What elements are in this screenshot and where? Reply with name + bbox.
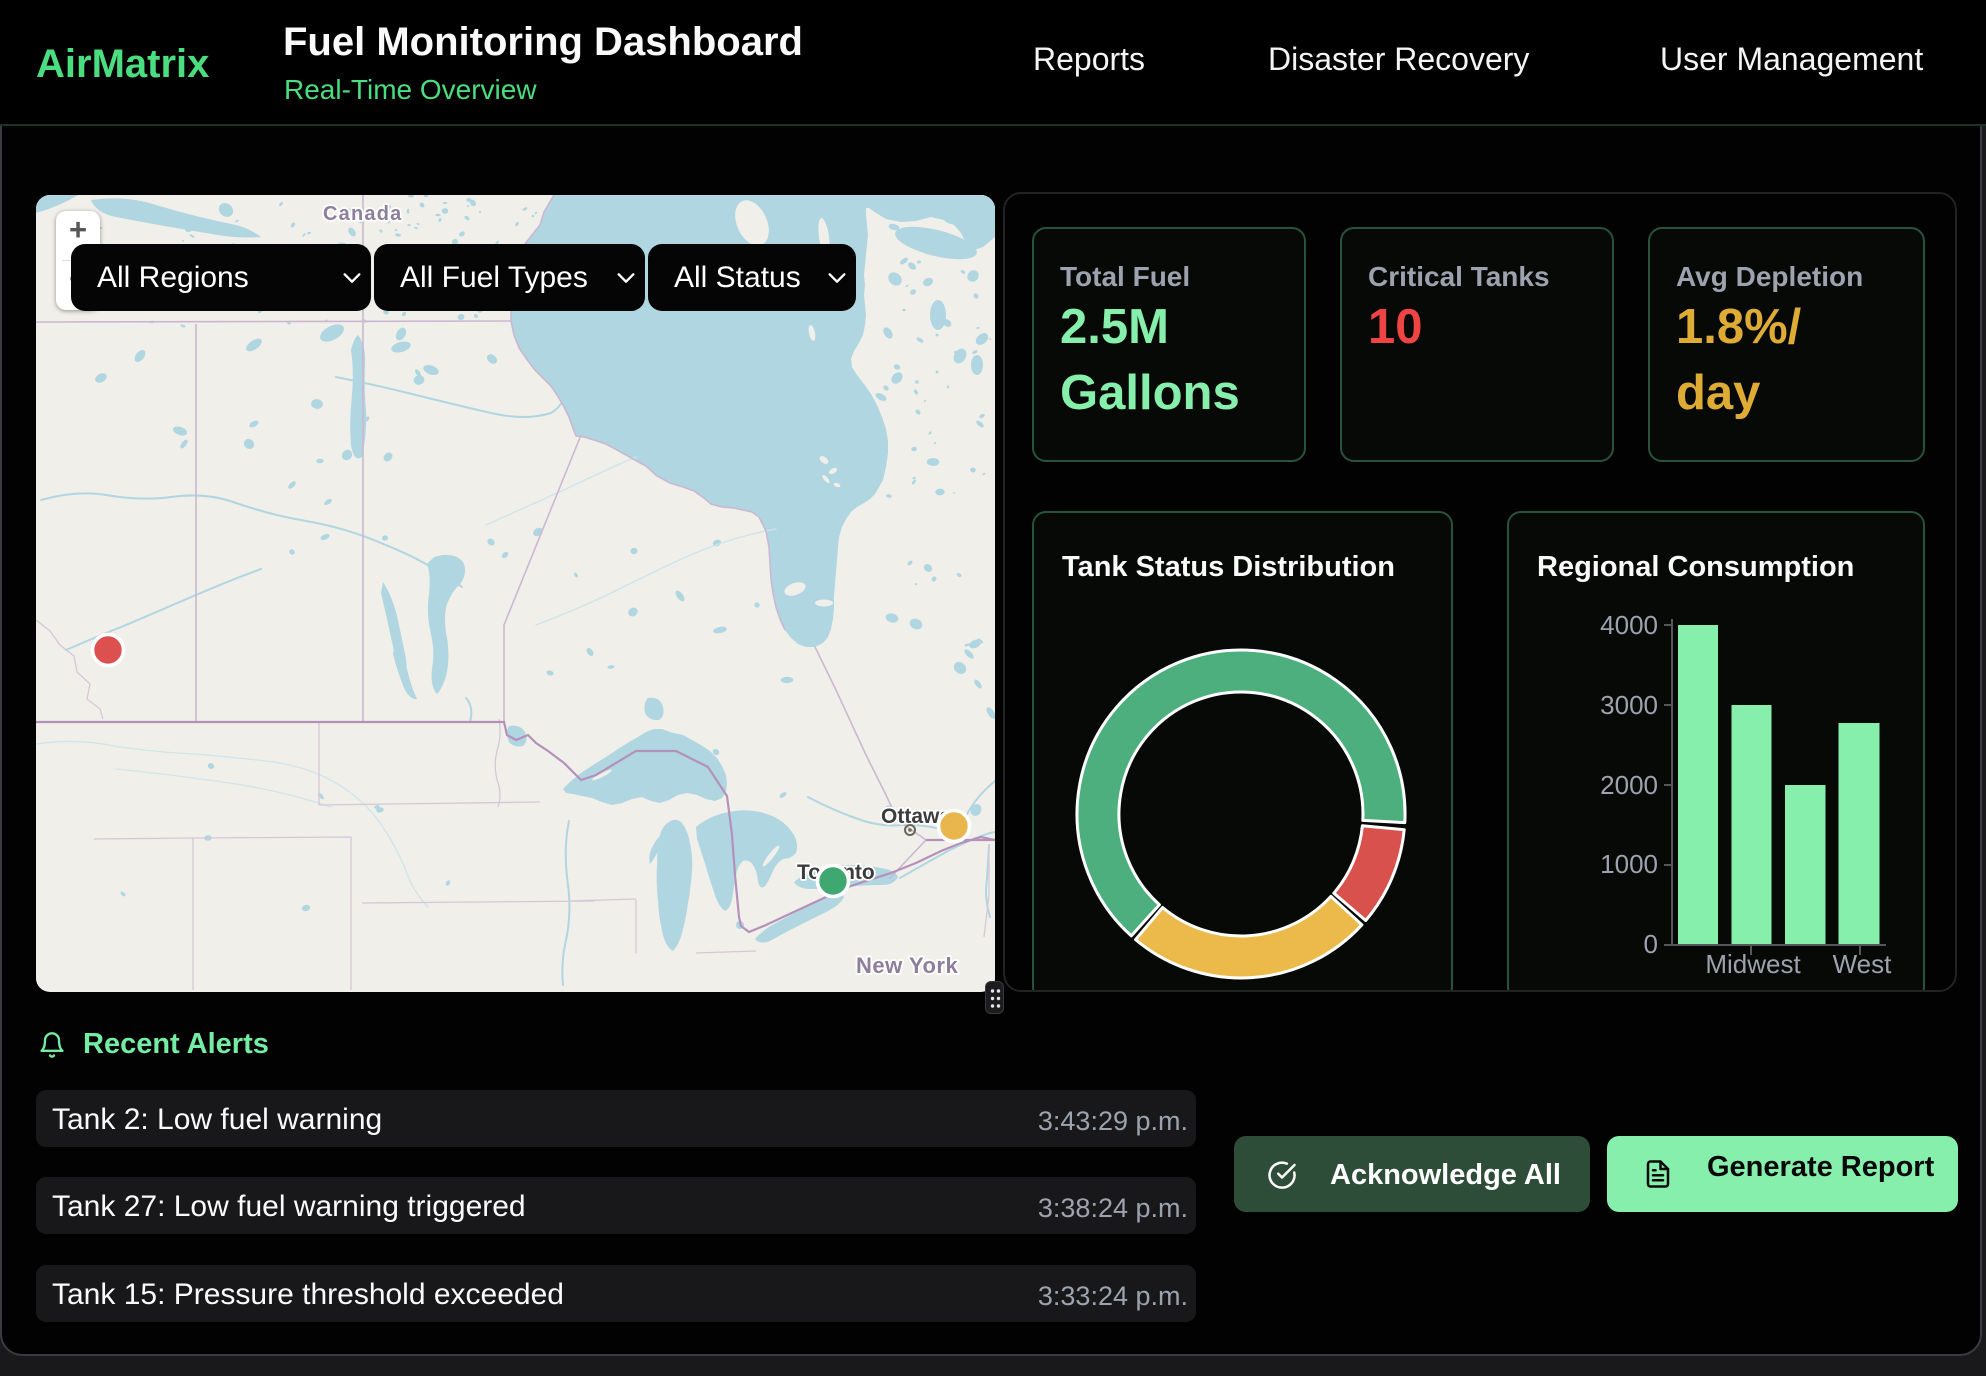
svg-text:New York: New York — [856, 953, 958, 978]
svg-text:4000: 4000 — [1600, 610, 1658, 640]
svg-text:3000: 3000 — [1600, 690, 1658, 720]
svg-text:1000: 1000 — [1600, 849, 1658, 879]
svg-text:0: 0 — [1644, 929, 1658, 959]
svg-text:2000: 2000 — [1600, 770, 1658, 800]
svg-text:West: West — [1833, 949, 1893, 979]
svg-text:Canada: Canada — [323, 203, 402, 225]
svg-text:Midwest: Midwest — [1705, 949, 1801, 979]
